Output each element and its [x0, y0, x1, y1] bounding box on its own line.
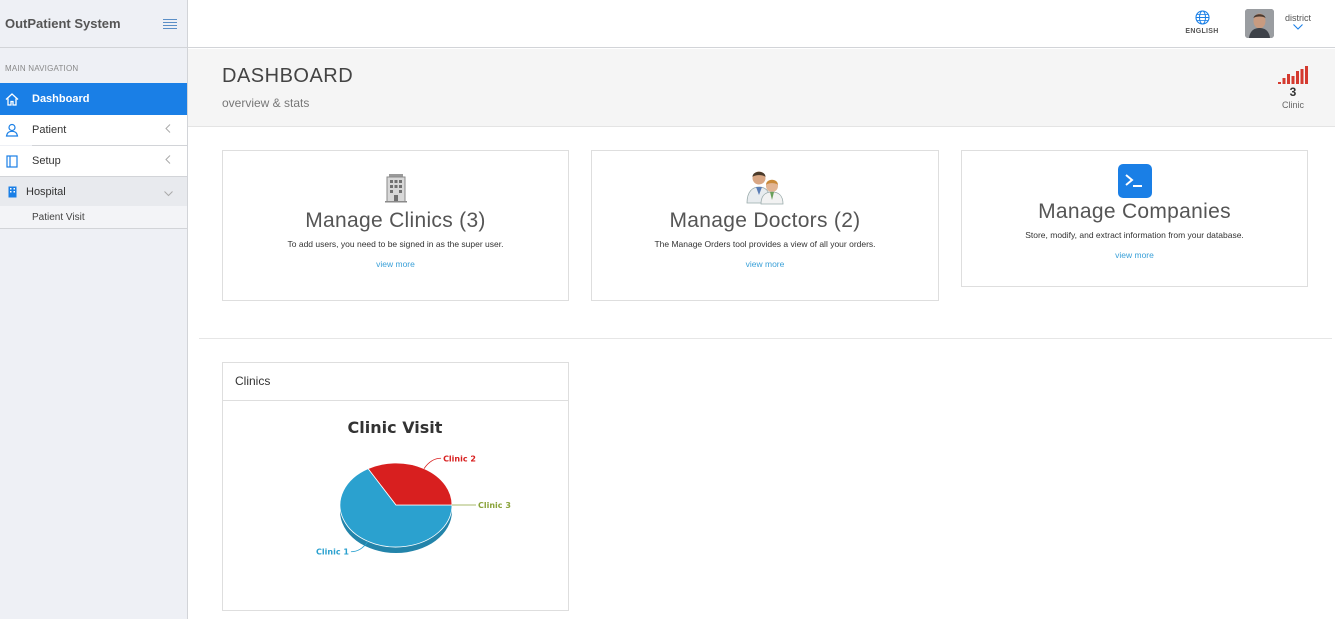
pie-label-1: Clinic 1 — [316, 548, 349, 557]
chevron-left-icon — [165, 155, 171, 167]
card-description: Store, modify, and extract information f… — [1025, 230, 1244, 240]
bar-chart-icon — [1276, 66, 1310, 84]
clinic-stat: 3 Clinic — [1276, 66, 1310, 110]
book-icon — [5, 154, 19, 168]
top-bar: ENGLISH district — [188, 0, 1335, 48]
terminal-icon — [962, 164, 1307, 198]
sidebar-item-hospital[interactable]: Hospital — [0, 176, 187, 206]
hospital-building-icon — [223, 172, 568, 203]
language-selector[interactable]: ENGLISH — [1183, 10, 1221, 35]
stat-value: 3 — [1289, 85, 1297, 99]
view-more-link[interactable]: view more — [746, 259, 785, 269]
card-manage-companies: Manage Companies Store, modify, and extr… — [961, 150, 1308, 287]
user-menu[interactable]: district — [1278, 13, 1318, 30]
sidebar-subitem-patient-visit[interactable]: Patient Visit — [0, 206, 187, 229]
building-icon — [5, 185, 19, 199]
card-manage-doctors: Manage Doctors (2) The Manage Orders too… — [591, 150, 939, 301]
sidebar-item-patient[interactable]: Patient — [0, 115, 187, 145]
content-area: Manage Clinics (3) To add users, you nee… — [199, 128, 1332, 619]
sidebar-item-label: Patient — [32, 124, 67, 136]
sidebar-item-label: Setup — [32, 155, 61, 167]
panel-heading: Clinics — [223, 363, 568, 401]
doctors-icon — [592, 169, 938, 205]
pie-label-connector-2 — [423, 457, 442, 469]
clinics-panel: Clinics Clinic Visit Clinic 1 Clinic 2 Cli… — [222, 362, 569, 611]
pie-label-3: Clinic 3 — [478, 501, 511, 510]
page-header: DASHBOARD overview & stats 3 Clinic — [188, 49, 1335, 127]
view-more-link[interactable]: view more — [1115, 250, 1154, 260]
pie-label-2: Clinic 2 — [443, 454, 476, 463]
chart-title: Clinic Visit — [348, 418, 443, 437]
avatar[interactable] — [1245, 9, 1274, 38]
page-subtitle: overview & stats — [222, 96, 310, 110]
card-description: To add users, you need to be signed in a… — [287, 239, 504, 249]
chevron-down-icon — [1278, 24, 1318, 30]
user-icon — [5, 123, 19, 137]
sidebar-item-dashboard[interactable]: Dashboard — [0, 83, 187, 115]
section-divider — [199, 338, 1332, 339]
chevron-left-icon — [165, 124, 171, 136]
sidebar: OutPatient System MAIN NAVIGATION Dashbo… — [0, 0, 188, 619]
page-title: DASHBOARD — [222, 65, 354, 87]
chevron-down-icon — [164, 188, 173, 200]
stat-label: Clinic — [1281, 100, 1304, 110]
card-manage-clinics: Manage Clinics (3) To add users, you nee… — [222, 150, 569, 301]
clinic-visit-chart: Clinic Visit Clinic 1 Clinic 2 Clinic 3 — [316, 418, 511, 557]
brand-bar: OutPatient System — [0, 0, 187, 48]
username: district — [1284, 13, 1311, 23]
home-icon — [5, 92, 19, 106]
view-more-link[interactable]: view more — [376, 259, 415, 269]
card-title: Manage Doctors (2) — [669, 209, 861, 232]
language-label: ENGLISH — [1185, 28, 1219, 35]
sidebar-item-setup[interactable]: Setup — [0, 146, 187, 176]
menu-toggle-icon[interactable] — [163, 18, 177, 29]
nav-section-header: MAIN NAVIGATION — [5, 64, 79, 73]
globe-icon — [1183, 10, 1221, 25]
card-title: Manage Clinics (3) — [305, 209, 486, 232]
card-description: The Manage Orders tool provides a view o… — [654, 239, 876, 249]
sidebar-item-label: Dashboard — [32, 93, 90, 105]
app-title: OutPatient System — [5, 16, 121, 31]
card-title: Manage Companies — [1038, 200, 1231, 223]
sidebar-item-label: Hospital — [26, 185, 66, 198]
